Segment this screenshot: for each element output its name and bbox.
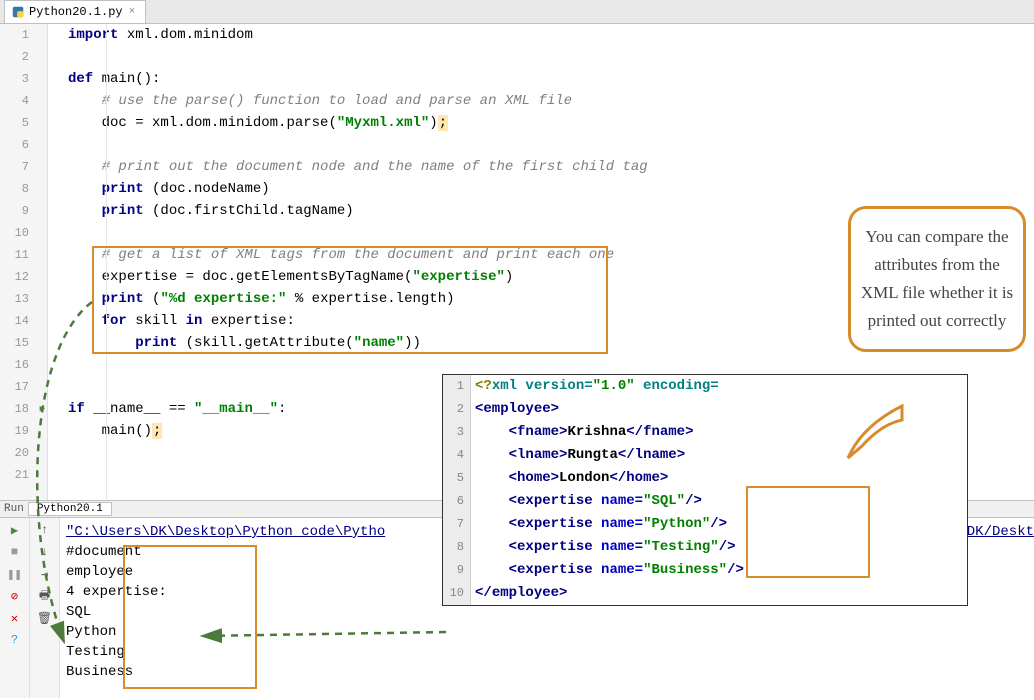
callout-tail-icon	[842, 396, 912, 466]
file-tab[interactable]: Python20.1.py ×	[4, 0, 146, 23]
pause-icon[interactable]: ❚❚	[7, 566, 23, 582]
close-icon[interactable]: ×	[129, 6, 136, 18]
exit-icon[interactable]: ⊘	[7, 588, 23, 604]
trash-icon[interactable]: 🗑	[37, 610, 53, 626]
print-icon[interactable]: 🖶	[37, 588, 53, 604]
wrap-icon[interactable]: ⇥	[37, 566, 53, 582]
run-label: Run	[4, 503, 24, 515]
tab-label: Python20.1.py	[29, 5, 123, 19]
down-icon[interactable]: ↓	[37, 544, 53, 560]
tab-bar: Python20.1.py ×	[0, 0, 1034, 24]
clipped-path-text: DK/Deskt	[967, 524, 1034, 540]
help-icon[interactable]: ?	[7, 632, 23, 648]
rerun-icon[interactable]: ▶	[7, 522, 23, 538]
line-number-gutter: 1 2 3 4 5 6 7 8 9 10 11 12 13 14 15 16 1…	[0, 24, 48, 500]
xml-gutter: 1 2 3 4 5 6 7 8 9 10	[443, 375, 471, 605]
python-file-icon	[11, 5, 25, 19]
stop-icon[interactable]: ■	[7, 544, 23, 560]
callout-bubble: You can compare the attributes from the …	[848, 206, 1026, 462]
up-icon[interactable]: ↑	[37, 522, 53, 538]
run-tab[interactable]: Python20.1	[28, 502, 112, 516]
output-line: Business	[66, 662, 1028, 682]
callout-text: You can compare the attributes from the …	[861, 227, 1013, 330]
output-line: Python	[66, 622, 1028, 642]
run-toolbar-right: ↑ ↓ ⇥ 🖶 🗑	[30, 518, 60, 698]
close-icon[interactable]: ✕	[7, 610, 23, 626]
execution-path: "C:\Users\DK\Desktop\Python code\Pytho	[66, 524, 385, 540]
output-line: Testing	[66, 642, 1028, 662]
run-toolbar-left: ▶ ■ ❚❚ ⊘ ✕ ?	[0, 518, 30, 698]
